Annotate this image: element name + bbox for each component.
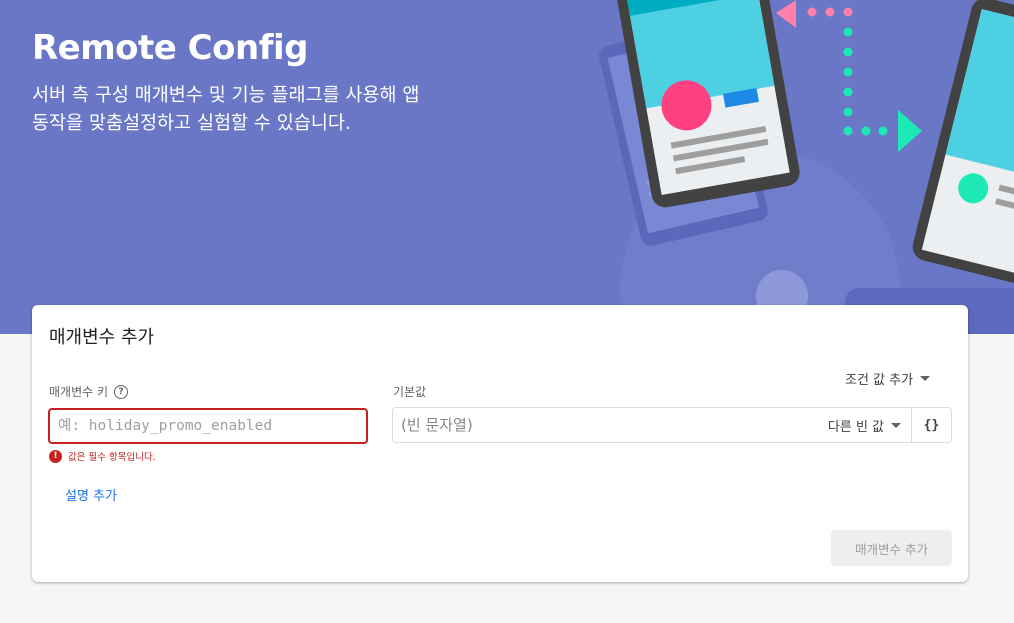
add-parameter-button[interactable]: 매개변수 추가 xyxy=(831,530,952,566)
param-key-label-text: 매개변수 키 xyxy=(49,385,109,399)
card-title: 매개변수 추가 xyxy=(49,327,155,348)
error-icon: ! xyxy=(49,449,62,463)
dropdown-caret-icon xyxy=(920,376,931,381)
json-braces-icon[interactable]: {} xyxy=(911,408,951,442)
hero-banner: Remote Config 서버 측 구성 매개변수 및 기능 플래그를 사용해… xyxy=(0,0,1014,334)
default-value-field: 다른 빈 값 {} xyxy=(392,407,952,443)
param-key-input[interactable] xyxy=(48,408,368,444)
error-message: 값은 필수 항목입니다. xyxy=(68,452,156,463)
param-key-label: 매개변수 키 ? xyxy=(49,383,129,400)
default-value-input[interactable] xyxy=(393,408,822,442)
add-condition-label: 조건 값 추가 xyxy=(845,373,914,388)
default-value-label: 기본값 xyxy=(393,385,427,399)
page-subtitle: 서버 측 구성 매개변수 및 기능 플래그를 사용해 앱 동작을 맞춤설정하고 … xyxy=(32,85,420,134)
add-condition-button[interactable]: 조건 값 추가 xyxy=(845,369,931,388)
value-type-dropdown[interactable]: 다른 빈 값 xyxy=(822,408,911,442)
add-parameter-card: 매개변수 추가 매개변수 키 ? ! 값은 필수 항목입니다. 설명 추가 기본… xyxy=(32,305,968,582)
help-circle-icon[interactable]: ? xyxy=(114,384,129,399)
add-description-link[interactable]: 설명 추가 xyxy=(65,485,117,504)
page-title: Remote Config xyxy=(32,28,308,68)
value-type-label: 다른 빈 값 xyxy=(827,419,884,435)
param-key-error: ! 값은 필수 항목입니다. xyxy=(49,449,156,463)
dropdown-caret-icon xyxy=(891,422,901,428)
